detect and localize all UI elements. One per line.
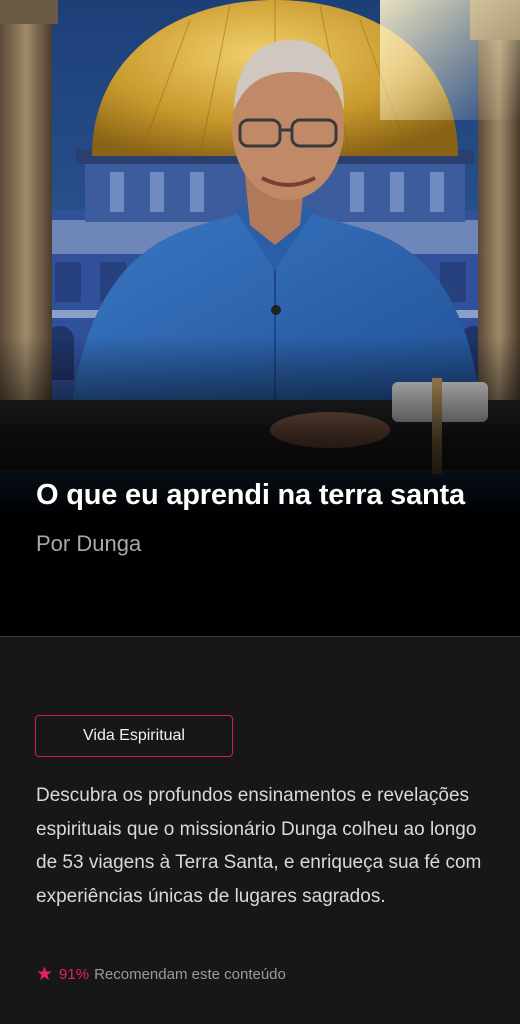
- category-tag[interactable]: Vida Espiritual: [35, 715, 233, 757]
- recommendation-label: Recomendam este conteúdo: [94, 966, 286, 983]
- hero-text-block: O que eu aprendi na terra santa Por Dung…: [36, 474, 484, 558]
- course-details-panel: Vida Espiritual Descubra os profundos en…: [0, 636, 520, 1024]
- recommendation-percent: 91%: [59, 966, 90, 983]
- recommendation-row: ★ 91% Recomendam este conteúdo: [36, 965, 286, 984]
- course-hero: O que eu aprendi na terra santa Por Dung…: [0, 0, 520, 636]
- course-description: Descubra os profundos ensinamentos e rev…: [36, 785, 482, 907]
- course-author[interactable]: Por Dunga: [36, 530, 484, 558]
- star-icon: ★: [36, 964, 54, 985]
- course-title: O que eu aprendi na terra santa: [36, 479, 465, 511]
